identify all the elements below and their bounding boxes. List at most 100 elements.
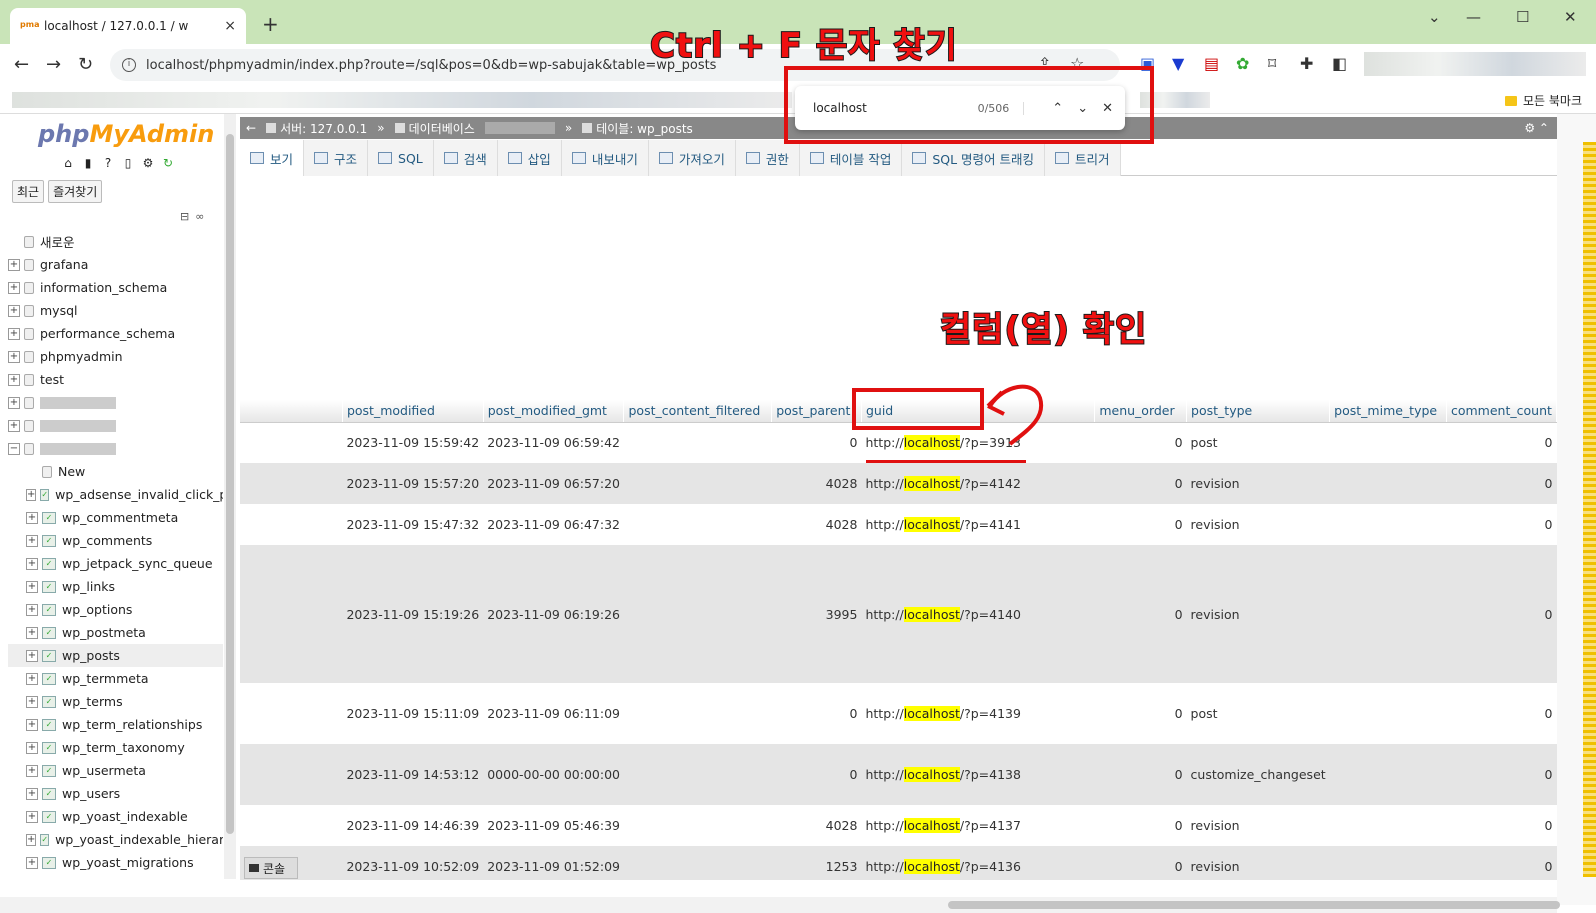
tree-database-item[interactable]: + performance_schema [8,322,223,345]
expand-icon[interactable]: − [8,442,20,455]
tab-10[interactable]: 트리거 [1045,140,1121,176]
tree-table-item[interactable]: + ✓ wp_comments [8,529,223,552]
tab-0[interactable]: 보기 [240,140,305,176]
tree-table-item[interactable]: + ✓ wp_commentmeta [8,506,223,529]
column-header-post-content-filtered[interactable]: post_content_filtered [623,400,773,423]
reload-nav-icon[interactable]: ↻ [160,156,176,172]
expand-icon[interactable]: + [8,419,20,432]
pdf-extension-icon[interactable]: ▤ [1204,54,1219,73]
tree-database-item[interactable]: + phpmyadmin [8,345,223,368]
tree-database-item[interactable]: 새로운 [8,230,223,253]
tree-table-item[interactable]: + ✓ wp_yoast_indexable [8,805,223,828]
close-window-icon[interactable]: ✕ [1564,8,1577,26]
expand-icon[interactable]: + [26,672,38,685]
tree-table-item[interactable]: + ✓ wp_jetpack_sync_queue [8,552,223,575]
tree-table-item[interactable]: + ✓ wp_posts [8,644,223,667]
side-panel-icon[interactable]: ◧ [1332,54,1347,73]
expand-icon[interactable]: + [26,787,38,800]
column-header-post-mime-type[interactable]: post_mime_type [1329,400,1447,423]
extension-icon[interactable]: ✿ [1236,54,1249,73]
expand-icon[interactable]: + [8,396,20,409]
table-row[interactable]: 2023-11-09 15:47:32 2023-11-09 06:47:32 40… [240,504,1557,545]
column-header-post-type[interactable]: post_type [1186,400,1331,423]
help-icon[interactable]: ? [100,156,116,172]
expand-icon[interactable]: + [8,304,20,317]
expand-icon[interactable]: + [8,327,20,340]
nav-scrollbar[interactable] [224,114,236,879]
tree-database-item[interactable]: + [8,391,223,414]
expand-icon[interactable]: + [26,603,38,616]
all-bookmarks-button[interactable]: 모든 북마크 [1504,92,1582,109]
tree-table-item[interactable]: + ✓ wp_usermeta [8,759,223,782]
new-tab-button[interactable]: + [262,12,279,36]
tree-table-item[interactable]: + ✓ wp_options [8,598,223,621]
browser-tab[interactable]: pma localhost / 127.0.0.1 / w × [10,8,246,44]
expand-icon[interactable]: + [26,626,38,639]
favorites-button[interactable]: 즐겨찾기 [48,180,103,203]
expand-icon[interactable]: + [26,557,38,570]
expand-icon[interactable]: + [8,350,20,363]
forward-icon[interactable]: → [46,54,61,75]
tree-table-item[interactable]: + ✓ wp_postmeta [8,621,223,644]
tab-1[interactable]: 구조 [304,140,369,176]
table-row[interactable]: 2023-11-09 14:53:12 0000-00-00 00:00:00 0 h… [240,744,1557,805]
minimize-icon[interactable]: — [1466,8,1481,26]
gear-icon[interactable]: ⚙ ⌃ [1524,121,1549,135]
expand-icon[interactable]: + [26,649,38,662]
url-text[interactable]: localhost/phpmyadmin/index.php?route=/sq… [146,58,716,73]
expand-icon[interactable]: + [8,281,20,294]
expand-icon[interactable]: + [8,258,20,271]
docs-icon[interactable]: ▯ [120,156,136,172]
page-scrollbar[interactable] [1557,114,1596,905]
maximize-icon[interactable]: ☐ [1516,8,1529,26]
tree-database-item[interactable]: + [8,414,223,437]
expand-icon[interactable]: + [26,695,38,708]
tab-8[interactable]: 테이블 작업 [799,140,903,176]
expand-icon[interactable]: + [26,833,37,846]
tree-table-item[interactable]: + ✓ wp_yoast_migrations [8,851,223,874]
breadcrumb-server[interactable]: 서버: 127.0.0.1 [266,120,367,137]
column-header-comment-count[interactable]: comment_count [1446,400,1557,423]
collapse-arrow-icon[interactable]: ← [246,121,256,135]
breadcrumb-table[interactable]: 테이블: wp_posts [582,120,693,137]
expand-icon[interactable]: + [8,373,20,386]
logout-icon[interactable]: ▮ [80,156,96,172]
column-header-menu-order[interactable]: menu_order [1094,400,1188,423]
home-icon[interactable]: ⌂ [60,156,76,172]
tree-database-item[interactable]: − [8,437,223,460]
link-icon[interactable]: ∞ [195,210,204,223]
reload-icon[interactable]: ↻ [78,54,93,75]
tab-search-icon[interactable]: ⌄ [1428,8,1441,26]
table-row[interactable]: 2023-11-09 15:11:09 2023-11-09 06:11:09 0 h… [240,683,1557,744]
expand-icon[interactable]: + [26,511,38,524]
tree-table-item[interactable]: + ✓ wp_yoast_indexable_hierar [8,828,223,851]
column-header-post-modified[interactable]: post_modified [342,400,484,423]
expand-icon[interactable]: + [26,488,37,501]
extensions-icon[interactable]: ✚ [1300,54,1313,73]
tree-database-item[interactable]: New [8,460,223,483]
console-button[interactable]: 콘솔 [244,857,298,879]
pma-logo[interactable]: phpMyAdmin [38,120,214,148]
expand-icon[interactable]: + [26,856,38,869]
tree-table-item[interactable]: + ✓ wp_terms [8,690,223,713]
tab-6[interactable]: 가져오기 [648,140,736,176]
tab-7[interactable]: 권한 [735,140,800,176]
table-row[interactable]: 2023-11-09 15:19:26 2023-11-09 06:19:26 39… [240,545,1557,683]
tree-database-item[interactable]: + test [8,368,223,391]
tree-database-item[interactable]: + grafana [8,253,223,276]
table-row[interactable]: 2023-11-09 14:46:39 2023-11-09 05:46:39 40… [240,805,1557,846]
tab-5[interactable]: 내보내기 [561,140,649,176]
expand-icon[interactable]: + [26,534,38,547]
recent-button[interactable]: 최근 [12,180,45,203]
expand-icon[interactable]: + [26,764,38,777]
tab-2[interactable]: SQL [368,140,434,176]
expand-icon[interactable]: + [26,718,38,731]
horizontal-scrollbar[interactable] [0,897,1560,913]
tree-table-item[interactable]: + ✓ wp_adsense_invalid_click_p [8,483,223,506]
tree-database-item[interactable]: + information_schema [8,276,223,299]
column-header-post-modified-gmt[interactable]: post_modified_gmt [483,400,625,423]
tree-table-item[interactable]: + ✓ wp_term_relationships [8,713,223,736]
tree-table-item[interactable]: + ✓ wp_users [8,782,223,805]
tree-table-item[interactable]: + ✓ wp_termmeta [8,667,223,690]
info-icon[interactable]: i [122,58,136,72]
